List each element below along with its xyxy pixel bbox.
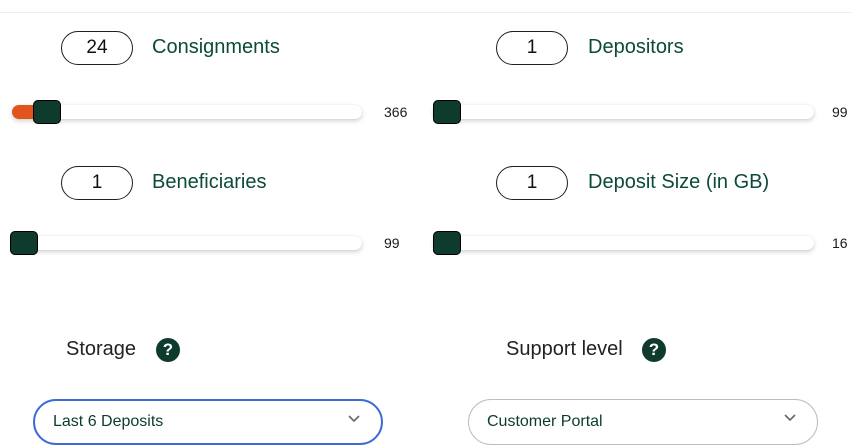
storage-select[interactable]: Last 6 Deposits [33, 399, 383, 445]
deposit-size-label: Deposit Size (in GB) [588, 171, 770, 193]
deposit-size-slider[interactable] [433, 231, 814, 255]
beneficiaries-slider-thumb[interactable] [10, 231, 38, 255]
depositors-slider-thumb[interactable] [433, 100, 461, 124]
beneficiaries-slider[interactable] [10, 231, 362, 255]
depositors-label: Depositors [588, 36, 684, 58]
consignments-max: 366 [384, 104, 408, 120]
chevron-down-icon [784, 414, 796, 422]
beneficiaries-max: 99 [384, 235, 400, 251]
support-level-select-value: Customer Portal [487, 413, 603, 430]
support-level-select[interactable]: Customer Portal [468, 399, 818, 445]
beneficiaries-value-input[interactable]: 1 [61, 166, 133, 200]
storage-title: Storage [66, 338, 137, 360]
consignments-slider[interactable] [12, 100, 362, 124]
deposit-size-value-input[interactable]: 1 [496, 166, 568, 200]
consignments-slider-thumb[interactable] [33, 100, 61, 124]
storage-help-icon[interactable]: ? [156, 338, 180, 362]
consignments-value-input[interactable]: 24 [61, 31, 133, 65]
support-level-title: Support level [506, 338, 623, 360]
deposit-size-slider-thumb[interactable] [433, 231, 461, 255]
chevron-down-icon [348, 415, 360, 423]
deposit-size-max: 16 [832, 235, 848, 251]
storage-select-value: Last 6 Deposits [53, 413, 164, 430]
beneficiaries-label: Beneficiaries [152, 171, 267, 193]
depositors-value-input[interactable]: 1 [496, 31, 568, 65]
depositors-max: 99 [832, 104, 848, 120]
support-level-help-icon[interactable]: ? [642, 338, 666, 362]
top-divider [0, 12, 852, 13]
depositors-slider[interactable] [433, 100, 814, 124]
consignments-label: Consignments [152, 36, 280, 58]
